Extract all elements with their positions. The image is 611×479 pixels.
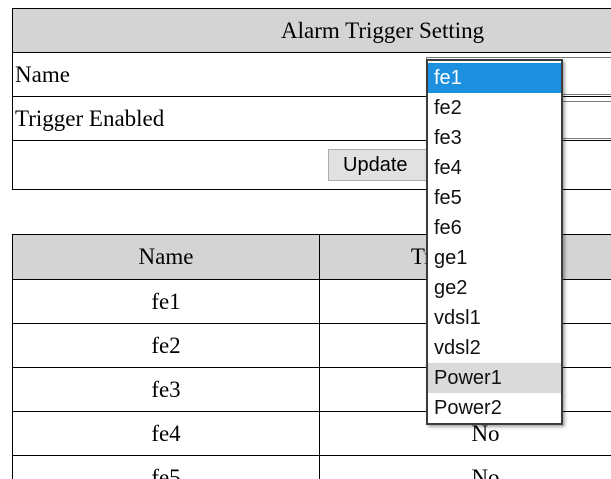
dropdown-option[interactable]: Power2 [428, 393, 561, 423]
dropdown-option[interactable]: fe6 [428, 213, 561, 243]
row-name: fe2 [12, 323, 320, 368]
row-trigger: No [319, 455, 611, 479]
name-label: Name [15, 62, 70, 87]
name-dropdown-list[interactable]: fe1 fe2 fe3 fe4 fe5 fe6 ge1 ge2 vdsl1 vd… [426, 59, 563, 425]
dropdown-option[interactable]: fe4 [428, 153, 561, 183]
row-name: fe5 [12, 455, 320, 479]
row-name: fe3 [12, 367, 320, 412]
dropdown-option[interactable]: fe1 [428, 63, 561, 93]
trigger-enabled-label: Trigger Enabled [15, 106, 165, 131]
dropdown-option[interactable]: Power1 [428, 363, 561, 393]
dropdown-option[interactable]: ge1 [428, 243, 561, 273]
dropdown-option[interactable]: ge2 [428, 273, 561, 303]
dropdown-option[interactable]: fe5 [428, 183, 561, 213]
dropdown-option[interactable]: fe3 [428, 123, 561, 153]
name-column-header: Name [12, 234, 320, 280]
dropdown-option[interactable]: vdsl2 [428, 333, 561, 363]
row-name: fe4 [12, 411, 320, 456]
dropdown-option[interactable]: fe2 [428, 93, 561, 123]
table-row: fe5 No [12, 455, 611, 479]
settings-title: Alarm Trigger Setting [13, 9, 611, 53]
row-name: fe1 [12, 279, 320, 324]
dropdown-option[interactable]: vdsl1 [428, 303, 561, 333]
